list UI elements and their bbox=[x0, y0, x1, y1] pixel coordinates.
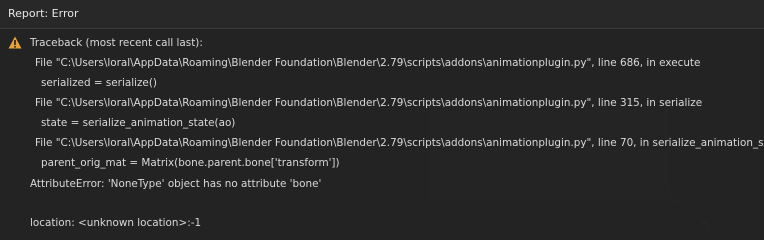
error-report-window: Report: Error Traceback (most recent cal… bbox=[0, 0, 764, 240]
traceback-code-line: parent_orig_mat = Matrix(bone.parent.bon… bbox=[41, 157, 340, 169]
title-bar: Report: Error bbox=[0, 0, 764, 29]
traceback-file-line: File "C:\Users\loral\AppData\Roaming\Ble… bbox=[35, 57, 701, 69]
error-message: AttributeError: 'NoneType' object has no… bbox=[30, 178, 322, 190]
traceback-file-line: File "C:\Users\loral\AppData\Roaming\Ble… bbox=[35, 137, 764, 149]
traceback-file-line: File "C:\Users\loral\AppData\Roaming\Ble… bbox=[35, 97, 703, 109]
traceback-code-line: state = serialize_animation_state(ao) bbox=[41, 117, 236, 129]
traceback-code-line: serialized = serialize() bbox=[41, 77, 157, 89]
traceback-header: Traceback (most recent call last): bbox=[30, 37, 203, 49]
warning-icon bbox=[8, 36, 22, 49]
error-location: location: <unknown location>:-1 bbox=[30, 217, 202, 229]
dialog-title: Report: Error bbox=[8, 7, 79, 20]
